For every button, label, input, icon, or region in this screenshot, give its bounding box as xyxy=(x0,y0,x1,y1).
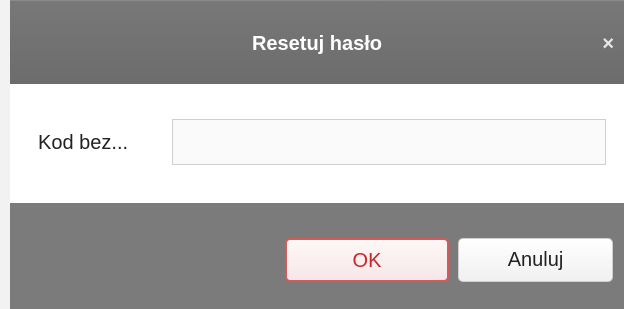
dialog-title: Resetuj hasło xyxy=(251,33,383,55)
ok-button[interactable]: OK xyxy=(285,238,449,282)
dialog-content: Kod bez... xyxy=(10,84,624,203)
close-icon[interactable]: × xyxy=(602,33,614,56)
dialog-titlebar[interactable]: Resetuj hasło × xyxy=(10,0,624,85)
security-code-input[interactable] xyxy=(172,119,606,165)
reset-password-dialog: Resetuj hasło × Kod bez... OK Anuluj xyxy=(10,0,624,309)
dialog-footer: OK Anuluj xyxy=(10,203,624,309)
screen: Resetuj hasło × Kod bez... OK Anuluj xyxy=(0,0,624,309)
security-code-label: Kod bez... xyxy=(38,132,129,154)
cancel-button[interactable]: Anuluj xyxy=(458,238,613,282)
